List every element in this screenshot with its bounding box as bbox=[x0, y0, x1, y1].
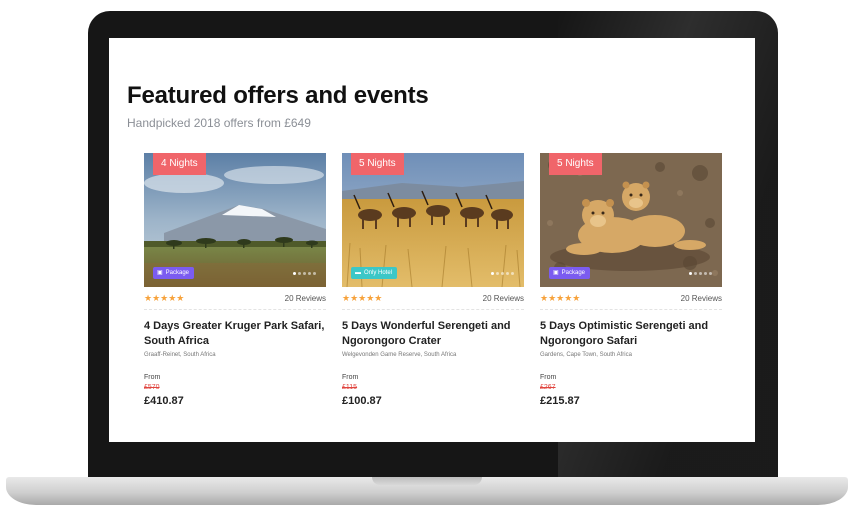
carousel-dot[interactable] bbox=[501, 272, 504, 275]
badge-label: Package bbox=[165, 270, 190, 276]
offer-title[interactable]: 5 Days Optimistic Serengeti and Ngorongo… bbox=[540, 319, 722, 349]
offer-price: £410.87 bbox=[144, 395, 184, 407]
offer-location: Welgevonden Game Reserve, South Africa bbox=[342, 352, 457, 358]
old-price: £267 bbox=[540, 384, 556, 391]
carousel-dot[interactable] bbox=[491, 272, 494, 275]
package-icon: ▣ bbox=[553, 270, 559, 276]
bed-icon: ▬ bbox=[355, 270, 361, 276]
carousel-dot[interactable] bbox=[298, 272, 301, 275]
offer-image[interactable]: 5 Nights ▬ Only Hotel bbox=[342, 153, 524, 287]
package-icon: ▣ bbox=[157, 270, 163, 276]
offer-image[interactable]: 4 Nights ▣ Package bbox=[144, 153, 326, 287]
hotel-badge: ▬ Only Hotel bbox=[351, 267, 398, 279]
from-label: From bbox=[540, 374, 557, 381]
from-label: From bbox=[144, 374, 161, 381]
offer-location: Gardens, Cape Town, South Africa bbox=[540, 352, 632, 358]
page-subtitle: Handpicked 2018 offers from £649 bbox=[127, 116, 311, 130]
carousel-dot[interactable] bbox=[506, 272, 509, 275]
offer-card[interactable]: 5 Nights ▬ Only Hotel ★★★★★ 20 Reviews 5… bbox=[342, 153, 524, 413]
carousel-dot[interactable] bbox=[704, 272, 707, 275]
offer-price: £215.87 bbox=[540, 395, 580, 407]
rating-row: ★★★★★ 20 Reviews bbox=[342, 292, 524, 304]
carousel-dot[interactable] bbox=[496, 272, 499, 275]
carousel-dots[interactable] bbox=[491, 272, 514, 275]
package-badge: ▣ Package bbox=[549, 267, 591, 279]
carousel-dots[interactable] bbox=[689, 272, 712, 275]
laptop-notch bbox=[372, 477, 482, 485]
star-rating: ★★★★★ bbox=[342, 292, 383, 303]
carousel-dot[interactable] bbox=[689, 272, 692, 275]
old-price: £115 bbox=[342, 384, 358, 391]
carousel-dot[interactable] bbox=[699, 272, 702, 275]
carousel-dot[interactable] bbox=[313, 272, 316, 275]
offer-location: Graaff-Reinet, South Africa bbox=[144, 352, 216, 358]
carousel-dot[interactable] bbox=[308, 272, 311, 275]
nights-badge: 5 Nights bbox=[351, 153, 404, 175]
offer-image[interactable]: 5 Nights ▣ Package bbox=[540, 153, 722, 287]
star-rating: ★★★★★ bbox=[144, 292, 185, 303]
carousel-dot[interactable] bbox=[293, 272, 296, 275]
badge-label: Only Hotel bbox=[364, 270, 393, 276]
carousel-dot[interactable] bbox=[511, 272, 514, 275]
offer-title[interactable]: 4 Days Greater Kruger Park Safari, South… bbox=[144, 319, 326, 349]
divider bbox=[342, 309, 524, 310]
offer-card[interactable]: 4 Nights ▣ Package ★★★★★ 20 Reviews 4 Da… bbox=[144, 153, 326, 413]
reviews-count[interactable]: 20 Reviews bbox=[285, 294, 326, 303]
offer-title[interactable]: 5 Days Wonderful Serengeti and Ngorongor… bbox=[342, 319, 524, 349]
rating-row: ★★★★★ 20 Reviews bbox=[144, 292, 326, 304]
offer-card[interactable]: 5 Nights ▣ Package ★★★★★ 20 Reviews 5 Da… bbox=[540, 153, 722, 413]
offer-price: £100.87 bbox=[342, 395, 382, 407]
carousel-dot[interactable] bbox=[694, 272, 697, 275]
old-price: £570 bbox=[144, 384, 160, 391]
divider bbox=[540, 309, 722, 310]
carousel-dots[interactable] bbox=[293, 272, 316, 275]
page-title: Featured offers and events bbox=[127, 82, 429, 109]
reviews-count[interactable]: 20 Reviews bbox=[483, 294, 524, 303]
from-label: From bbox=[342, 374, 359, 381]
package-badge: ▣ Package bbox=[153, 267, 195, 279]
reviews-count[interactable]: 20 Reviews bbox=[681, 294, 722, 303]
nights-badge: 5 Nights bbox=[549, 153, 602, 175]
star-rating: ★★★★★ bbox=[540, 292, 581, 303]
laptop-screen: Featured offers and events Handpicked 20… bbox=[109, 38, 755, 442]
badge-label: Package bbox=[561, 270, 586, 276]
carousel-dot[interactable] bbox=[303, 272, 306, 275]
carousel-dot[interactable] bbox=[709, 272, 712, 275]
nights-badge: 4 Nights bbox=[153, 153, 206, 175]
divider bbox=[144, 309, 326, 310]
rating-row: ★★★★★ 20 Reviews bbox=[540, 292, 722, 304]
